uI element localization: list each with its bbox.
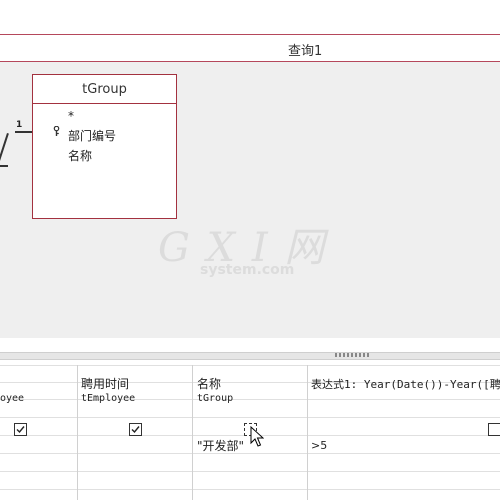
relationship-line (0, 165, 8, 167)
check-icon (131, 426, 140, 434)
pane-gap (0, 338, 500, 352)
show-checkbox[interactable] (129, 423, 142, 436)
check-icon (16, 426, 25, 434)
criteria-cell[interactable]: "开发部" (197, 437, 244, 454)
field-name[interactable]: 名称 (68, 147, 92, 164)
pane-splitter[interactable] (0, 352, 500, 360)
table-cell[interactable]: tGroup (197, 393, 233, 404)
table-tgroup[interactable]: tGroup (32, 74, 177, 219)
field-cell-expression[interactable]: 表达式1: Year(Date())-Year([聘用 (311, 376, 500, 392)
mouse-pointer-icon (250, 426, 264, 447)
query-tab-bar: 查询1 (0, 34, 500, 62)
query-title[interactable]: 查询1 (288, 40, 322, 59)
relationship-one-label: 1 (16, 120, 23, 130)
show-checkbox[interactable] (488, 423, 500, 436)
watermark-sub: system.com (200, 262, 295, 278)
field-cell[interactable]: 名称 (197, 375, 221, 392)
criteria-cell[interactable]: >5 (311, 439, 327, 452)
show-checkbox[interactable] (14, 423, 27, 436)
primary-key-icon (53, 126, 60, 136)
table-name[interactable]: tGroup (33, 75, 176, 104)
table-cell[interactable]: oyee (0, 393, 24, 404)
table-cell[interactable]: tEmployee (81, 393, 135, 404)
field-dept-no[interactable]: 部门编号 (68, 127, 116, 144)
splitter-grip-icon[interactable] (335, 353, 371, 357)
grid-column-1[interactable] (0, 365, 78, 500)
field-cell[interactable]: 聘用时间 (81, 375, 129, 392)
relationship-line-top (15, 131, 33, 133)
field-all[interactable]: * (68, 109, 74, 123)
